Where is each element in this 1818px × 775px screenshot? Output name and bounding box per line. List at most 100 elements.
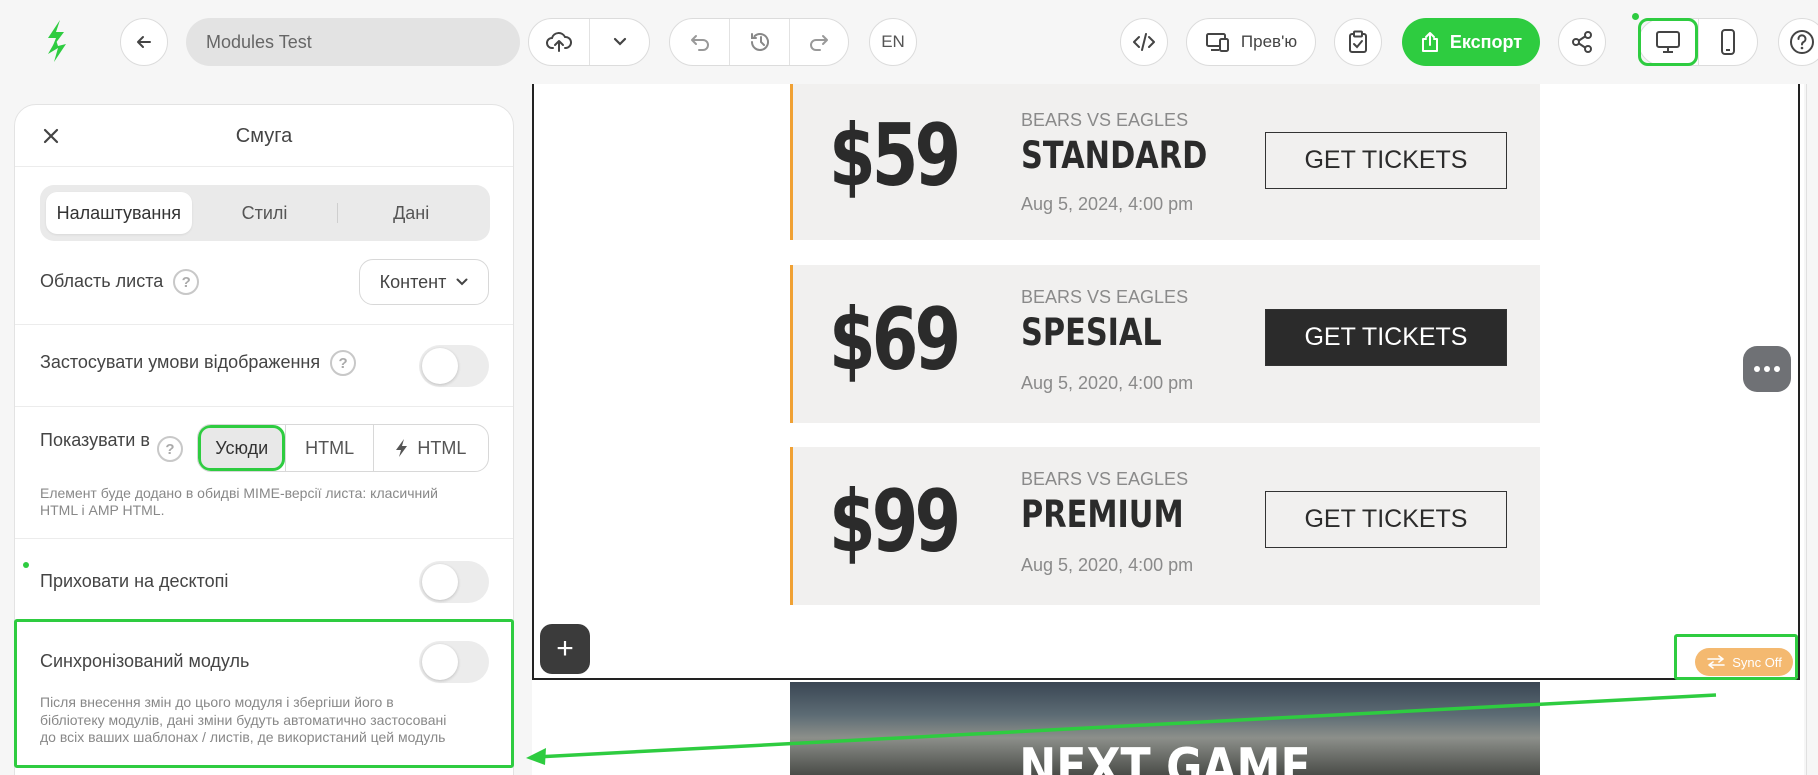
- hide-desktop-toggle[interactable]: [419, 561, 489, 603]
- preview-button[interactable]: Прев'ю: [1186, 18, 1316, 66]
- ticket-date: Aug 5, 2020, 4:00 pm: [1021, 555, 1194, 575]
- tab-data[interactable]: Дані: [338, 192, 484, 234]
- area-row: Область листа?: [40, 269, 200, 295]
- save-group: [528, 18, 650, 66]
- template-title-input[interactable]: [186, 18, 520, 66]
- code-button[interactable]: [1120, 18, 1168, 66]
- show-in-everywhere[interactable]: Усюди: [198, 425, 286, 471]
- history-icon: [750, 33, 769, 51]
- synced-module-label: Синхронізований модуль: [40, 651, 250, 671]
- redo-button[interactable]: [788, 19, 848, 65]
- divider: [15, 620, 513, 621]
- mobile-icon: [1720, 29, 1735, 55]
- arrow-left-icon: [137, 36, 151, 48]
- help-icon[interactable]: ?: [157, 436, 183, 462]
- ticket-match: BEARS VS EAGLES: [1021, 110, 1189, 130]
- dot-icon: [1764, 366, 1770, 372]
- code-icon: [1133, 33, 1155, 51]
- chevron-down-icon: [456, 278, 468, 286]
- area-select-value: Контент: [379, 271, 447, 292]
- show-in-label: Показувати в: [40, 430, 150, 450]
- app-logo-icon: [48, 20, 66, 62]
- devices-icon: [1205, 33, 1229, 52]
- synced-module-toggle[interactable]: [419, 641, 489, 683]
- clipboard-check-icon: [1349, 30, 1367, 53]
- export-button[interactable]: Експорт: [1402, 18, 1540, 66]
- divider: [15, 538, 513, 539]
- ticket-match: BEARS VS EAGLES: [1021, 469, 1189, 489]
- cloud-save-button[interactable]: [529, 19, 589, 65]
- sync-badge-label: Sync Off: [1732, 654, 1782, 670]
- get-tickets-button[interactable]: GET TICKETS: [1265, 132, 1507, 189]
- ticket-card[interactable]: $69 BEARS VS EAGLES SPESIAL Aug 5, 2020,…: [790, 265, 1540, 423]
- mobile-view-button[interactable]: [1697, 19, 1757, 65]
- annotation-arrow-icon: [526, 693, 1717, 765]
- sync-arrows-icon: [1707, 655, 1725, 669]
- export-icon: [1421, 32, 1438, 52]
- dot-icon: [1754, 366, 1760, 372]
- ticket-tier: PREMIUM: [1021, 493, 1184, 536]
- clipboard-button[interactable]: [1334, 18, 1382, 66]
- export-label: Експорт: [1449, 31, 1523, 52]
- redo-icon: [809, 35, 828, 51]
- undo-button[interactable]: [670, 19, 729, 65]
- cloud-upload-icon: [546, 32, 572, 52]
- history-group: [669, 18, 849, 66]
- show-in-html[interactable]: HTML: [285, 425, 372, 471]
- save-options-dropdown[interactable]: [589, 19, 649, 65]
- panel-title: Смуга: [235, 125, 293, 147]
- amp-html-label: HTML: [417, 437, 467, 458]
- help-icon: [1790, 30, 1814, 54]
- ticket-tier: STANDARD: [1021, 134, 1208, 177]
- back-button[interactable]: [120, 18, 168, 66]
- show-in-amp-html[interactable]: HTML: [372, 425, 488, 471]
- settings-panel: Смуга Налаштування Стилі Дані Область ли…: [14, 104, 514, 775]
- language-button[interactable]: EN: [869, 18, 917, 66]
- lightning-icon: [396, 439, 408, 457]
- desktop-view-button[interactable]: [1639, 19, 1698, 65]
- desktop-icon: [1656, 31, 1681, 53]
- status-dot: [1632, 13, 1639, 20]
- ticket-date: Aug 5, 2024, 4:00 pm: [1021, 194, 1194, 214]
- ticket-match: BEARS VS EAGLES: [1021, 287, 1189, 307]
- ticket-date: Aug 5, 2020, 4:00 pm: [1021, 373, 1194, 393]
- status-dot: [23, 562, 29, 568]
- panel-header: Смуга: [15, 105, 513, 167]
- dot-icon: [1774, 366, 1780, 372]
- conditions-row: Застосувати умови відображення?: [40, 350, 357, 376]
- divider: [15, 324, 513, 325]
- ticket-price: $69: [829, 290, 961, 390]
- show-in-segmented: Усюди HTML HTML: [197, 424, 489, 472]
- get-tickets-button[interactable]: GET TICKETS: [1265, 309, 1507, 366]
- area-select[interactable]: Контент: [359, 259, 489, 305]
- ticket-price: $59: [829, 106, 961, 206]
- history-button[interactable]: [729, 19, 788, 65]
- device-toggle-group: [1638, 18, 1758, 66]
- help-button[interactable]: [1778, 18, 1818, 66]
- right-sidebar-edge: [1806, 84, 1818, 775]
- chevron-down-icon: [613, 37, 626, 46]
- ticket-price: $99: [829, 472, 961, 572]
- help-icon[interactable]: ?: [173, 269, 200, 295]
- ticket-card[interactable]: $99 BEARS VS EAGLES PREMIUM Aug 5, 2020,…: [790, 447, 1540, 605]
- get-tickets-button[interactable]: GET TICKETS: [1265, 491, 1507, 548]
- top-toolbar: EN Прев'ю Експорт: [0, 0, 1818, 84]
- add-module-button[interactable]: +: [540, 624, 590, 674]
- conditions-label: Застосувати умови відображення: [40, 351, 321, 372]
- show-in-hint: Елемент буде додано в обидві MIME-версії…: [40, 485, 438, 518]
- hide-desktop-label: Приховати на десктопі: [40, 571, 229, 591]
- ticket-tier: SPESIAL: [1021, 311, 1162, 354]
- share-icon: [1572, 31, 1592, 53]
- tab-settings[interactable]: Налаштування: [46, 192, 192, 234]
- conditions-toggle[interactable]: [419, 345, 489, 387]
- ticket-card[interactable]: $59 BEARS VS EAGLES STANDARD Aug 5, 2024…: [790, 84, 1540, 240]
- panel-tabs: Налаштування Стилі Дані: [40, 185, 490, 241]
- help-icon[interactable]: ?: [330, 350, 357, 376]
- tab-styles[interactable]: Стилі: [192, 192, 338, 234]
- synced-module-hint: Після внесення змін до цього модуля і зб…: [40, 694, 447, 745]
- preview-label: Прев'ю: [1240, 32, 1298, 51]
- sync-off-badge[interactable]: Sync Off: [1695, 648, 1793, 676]
- area-label: Область листа: [40, 270, 164, 291]
- more-options-button[interactable]: [1743, 346, 1791, 392]
- share-button[interactable]: [1558, 18, 1606, 66]
